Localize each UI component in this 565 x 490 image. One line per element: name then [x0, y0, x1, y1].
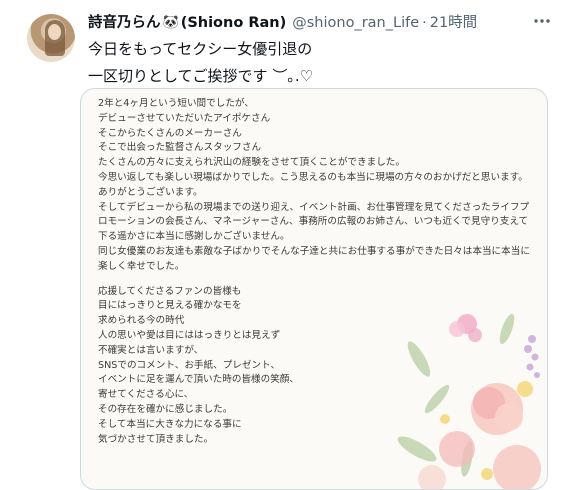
avatar-face	[48, 24, 61, 40]
panda-icon: 🐼	[162, 15, 179, 30]
tweet-timestamp[interactable]: 21時間	[430, 13, 477, 33]
letter-line: そこからたくさんのメーカーさん	[98, 127, 242, 139]
letter-line: たくさんの方々に支えられ沢山の経験をさせて頂くことができました。	[98, 157, 405, 169]
display-name[interactable]: 詩音乃らん	[88, 13, 161, 33]
tweet-text-line-2: 一区切りとしてご挨拶です ︶｡.♡	[88, 67, 314, 85]
letter-paragraph-1: 2年と4ヶ月という短い間でしたが、 デビューさせていただいたアイポケさん そこか…	[98, 97, 537, 275]
letter-line: デビューさせていただいたアイポケさん	[98, 112, 271, 124]
letter-line: ありがとうございます。	[98, 186, 203, 198]
lavender-decoration	[524, 335, 540, 378]
separator-dot: ·	[422, 15, 427, 31]
tweet-text: 今日をもってセクシー女優引退の 一区切りとしてご挨拶です ︶｡.♡	[88, 36, 545, 90]
display-name-suffix[interactable]: (Shiono Ran)	[181, 13, 287, 33]
letter-line: そしてデビューから私の現場までの送り迎え、イベント計画、お仕事管理を見てくださっ…	[98, 201, 530, 243]
more-icon-svg	[534, 19, 550, 23]
letter-line: 応援してくださるファンの皆様も	[98, 285, 242, 297]
tweet-header: 詩音乃らん 🐼 (Shiono Ran) @shiono_ran_Life · …	[88, 13, 525, 33]
avatar[interactable]	[27, 14, 75, 62]
tweet-text-line-1: 今日をもってセクシー女優引退の	[88, 40, 313, 58]
letter-line: 同じ女優業のお友達も素敵な子ばかりでそんな子達と共にお仕事する事ができた日々は本…	[98, 245, 530, 272]
letter-line: そこで出会った監督さんスタッフさん	[98, 142, 262, 154]
letter-line: 2年と4ヶ月という短い間でしたが、	[98, 98, 254, 109]
more-icon[interactable]	[533, 12, 551, 34]
tweet-image[interactable]: 2年と4ヶ月という短い間でしたが、 デビューさせていただいたアイポケさん そこか…	[80, 88, 548, 490]
letter-line: 今思い返しても楽しい現場ばかりでした。こう思えるのも本当に現場の方々のおかげだと…	[98, 171, 528, 183]
user-handle[interactable]: @shiono_ran_Life	[292, 13, 419, 33]
